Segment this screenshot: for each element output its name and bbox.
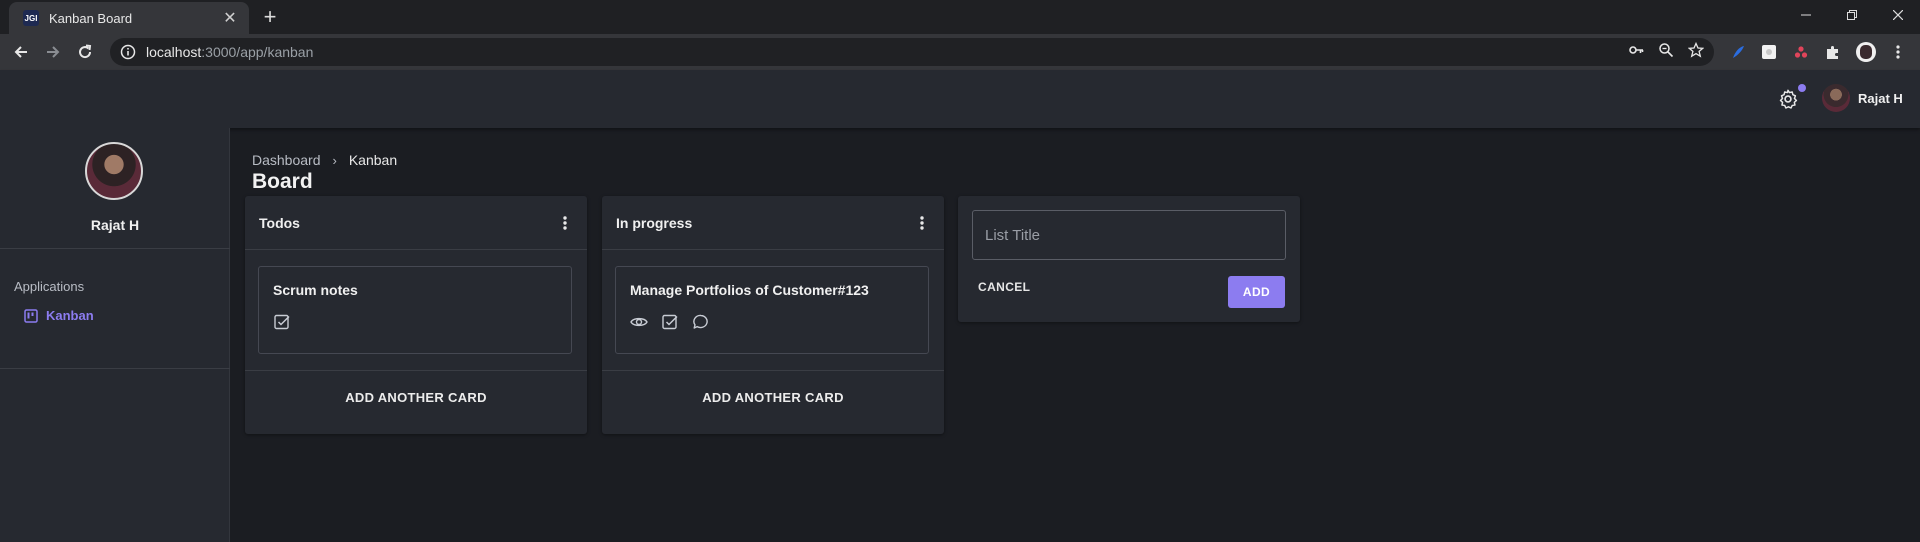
kanban-icon	[24, 308, 38, 323]
extension-feather-icon[interactable]	[1727, 41, 1749, 63]
sidebar: Rajat H Applications Kanban	[0, 128, 230, 542]
divider	[602, 370, 944, 371]
comment-icon	[693, 314, 708, 329]
eye-icon	[630, 317, 648, 327]
card-title: Manage Portfolios of Customer#123	[630, 282, 869, 298]
extension-dots-icon[interactable]	[1790, 41, 1812, 63]
address-bar[interactable]: localhost:3000/app/kanban	[110, 38, 1714, 66]
tab-close-icon[interactable]: ✕	[221, 8, 239, 28]
divider	[0, 368, 230, 369]
sidebar-user-name: Rajat H	[90, 217, 140, 233]
list-title: Todos	[259, 215, 300, 231]
browser-toolbar: localhost:3000/app/kanban	[0, 34, 1920, 70]
back-icon[interactable]	[9, 40, 33, 64]
breadcrumb: Dashboard › Kanban	[252, 152, 397, 168]
list-header: Todos	[245, 196, 587, 250]
url-path: :3000/app/kanban	[201, 44, 314, 60]
more-vert-icon[interactable]	[557, 214, 573, 232]
kanban-card[interactable]: Scrum notes	[258, 266, 572, 354]
zoom-icon[interactable]	[1658, 42, 1674, 58]
browser-menu-icon[interactable]	[1887, 41, 1909, 63]
checkbox-icon	[662, 314, 678, 330]
add-list-form: CANCEL ADD	[958, 196, 1300, 322]
url-host: localhost	[146, 44, 202, 60]
kanban-card[interactable]: Manage Portfolios of Customer#123	[615, 266, 929, 354]
cancel-button[interactable]: CANCEL	[978, 280, 1030, 294]
add-another-card-button[interactable]: ADD ANOTHER CARD	[245, 390, 587, 405]
reload-icon[interactable]	[73, 40, 97, 64]
extension-square-icon[interactable]	[1758, 41, 1780, 63]
site-info-icon[interactable]	[120, 44, 136, 60]
app-topbar: Rajat H	[0, 70, 1920, 128]
kanban-list: In progress Manage Portfolios of Custome…	[602, 196, 944, 434]
user-menu[interactable]: Rajat H	[1822, 84, 1903, 112]
app-root: Rajat H Rajat H Applications Kanban Dash…	[0, 70, 1920, 542]
chevron-right-icon: ›	[332, 152, 337, 168]
checkbox-icon	[274, 314, 290, 330]
window-close-icon[interactable]	[1875, 0, 1920, 30]
card-title: Scrum notes	[273, 282, 358, 298]
extensions-puzzle-icon[interactable]	[1822, 41, 1844, 63]
list-header: In progress	[602, 196, 944, 250]
tab-title: Kanban Board	[49, 10, 133, 26]
divider	[0, 248, 230, 249]
browser-tab-strip: JGI Kanban Board ✕ +	[0, 0, 1920, 34]
page-title: Board	[252, 170, 313, 193]
minimize-icon[interactable]	[1783, 0, 1829, 30]
more-vert-icon[interactable]	[914, 214, 930, 232]
settings-gear-icon[interactable]	[1777, 88, 1799, 110]
forward-icon[interactable]	[41, 40, 65, 64]
list-title-input[interactable]	[972, 210, 1286, 260]
restore-icon[interactable]	[1829, 0, 1875, 30]
sidebar-item-kanban[interactable]: Kanban	[24, 308, 94, 323]
browser-tab[interactable]: JGI Kanban Board ✕	[9, 2, 249, 34]
key-icon[interactable]	[1628, 42, 1644, 58]
add-another-card-button[interactable]: ADD ANOTHER CARD	[602, 390, 944, 405]
sidebar-section-title: Applications	[14, 279, 85, 294]
list-title: In progress	[616, 215, 693, 231]
profile-avatar-icon[interactable]	[1855, 41, 1877, 63]
kanban-list: Todos Scrum notes ADD ANOTHER CARD	[245, 196, 587, 434]
avatar	[1822, 84, 1850, 112]
card-badges	[630, 313, 710, 331]
add-list-button[interactable]: ADD	[1228, 276, 1285, 308]
notification-dot	[1798, 84, 1806, 92]
sidebar-avatar	[85, 142, 143, 200]
breadcrumb-current: Kanban	[348, 152, 398, 168]
divider	[245, 370, 587, 371]
bookmark-star-icon[interactable]	[1688, 42, 1704, 58]
breadcrumb-dashboard[interactable]: Dashboard	[252, 152, 321, 168]
tab-favicon-icon: JGI	[23, 10, 39, 26]
new-tab-button[interactable]: +	[258, 6, 282, 30]
card-badges	[273, 313, 291, 331]
topbar-user-name: Rajat H	[1858, 90, 1903, 106]
sidebar-item-label: Kanban	[46, 308, 94, 323]
